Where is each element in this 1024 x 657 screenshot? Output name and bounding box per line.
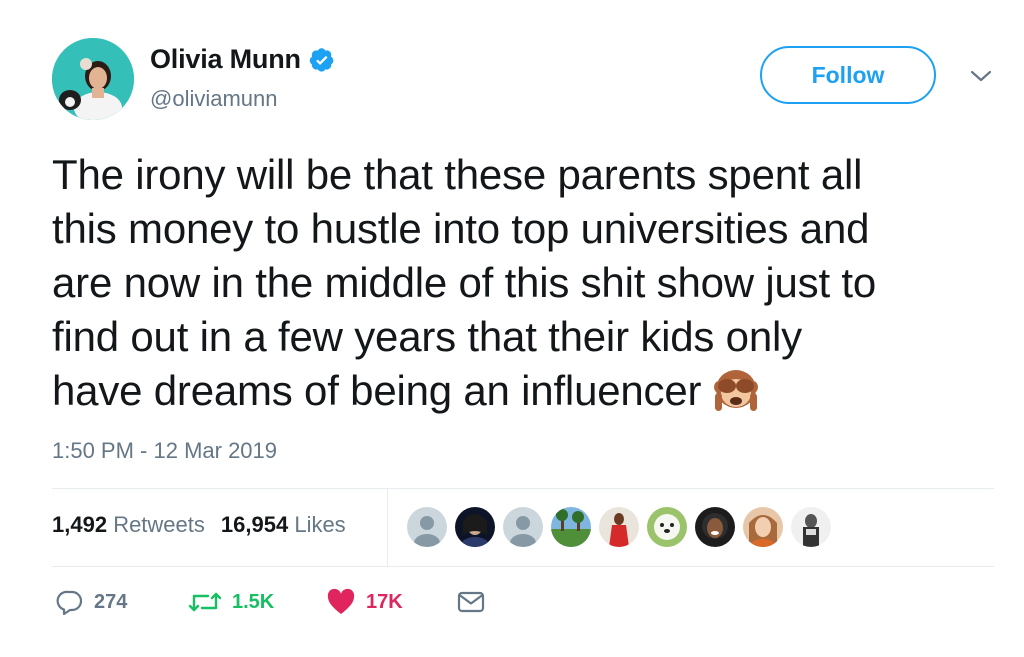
tweet-line: this money to hustle into top universiti…: [52, 205, 870, 252]
liker-avatar[interactable]: [503, 507, 543, 547]
like-action[interactable]: 17K: [326, 588, 403, 616]
like-count: 17K: [366, 590, 403, 613]
liker-avatars: [407, 507, 831, 547]
liker-avatar[interactable]: [743, 507, 783, 547]
reply-icon: [56, 590, 83, 616]
retweet-count: 1.5K: [232, 590, 275, 613]
profile-avatar[interactable]: [52, 38, 134, 120]
display-name[interactable]: Olivia Munn: [150, 44, 301, 75]
tweet-line: have dreams of being an influencer: [52, 367, 702, 414]
retweets-label: Retweets: [113, 512, 205, 537]
likes-stat[interactable]: 16,954 Likes: [221, 512, 346, 538]
retweets-stat[interactable]: 1,492 Retweets: [52, 512, 205, 538]
retweet-action[interactable]: 1.5K: [188, 588, 274, 616]
tweet-stats: 1,492 Retweets 16,954 Likes: [52, 512, 346, 538]
retweets-count: 1,492: [52, 512, 108, 537]
retweet-icon: [188, 592, 222, 612]
envelope-icon: [457, 591, 485, 613]
reply-count: 274: [94, 590, 128, 613]
liker-avatar[interactable]: [407, 507, 447, 547]
divider: [52, 566, 994, 567]
heart-icon: [327, 588, 355, 614]
tweet-timestamp[interactable]: 1:50 PM - 12 Mar 2019: [52, 438, 277, 464]
liker-avatar[interactable]: [647, 507, 687, 547]
reply-action[interactable]: 274: [56, 588, 127, 616]
liker-avatar[interactable]: [599, 507, 639, 547]
liker-avatar[interactable]: [791, 507, 831, 547]
user-handle[interactable]: @oliviamunn: [150, 86, 278, 112]
tweet-text: The irony will be that these parents spe…: [52, 148, 1002, 418]
chevron-down-icon[interactable]: [968, 66, 994, 86]
name-row: Olivia Munn: [150, 44, 335, 75]
likes-label: Likes: [294, 512, 346, 537]
direct-message-action[interactable]: [456, 588, 486, 616]
liker-avatar[interactable]: [455, 507, 495, 547]
tweet-last-line: have dreams of being an influencer: [52, 364, 1002, 418]
tweet-line: The irony will be that these parents spe…: [52, 151, 863, 198]
see-no-evil-monkey-icon: [714, 370, 759, 411]
tweet-line: find out in a few years that their kids …: [52, 313, 802, 360]
likes-count: 16,954: [220, 512, 289, 537]
tweet-line: are now in the middle of this shit show …: [52, 259, 877, 306]
liker-avatar[interactable]: [695, 507, 735, 547]
stats-separator: [387, 488, 388, 566]
verified-badge-icon: [309, 47, 334, 72]
follow-button[interactable]: Follow: [760, 46, 936, 104]
divider: [52, 488, 994, 489]
tweet-card: Olivia Munn @oliviamunn Follow The irony…: [0, 0, 1024, 657]
liker-avatar[interactable]: [551, 507, 591, 547]
